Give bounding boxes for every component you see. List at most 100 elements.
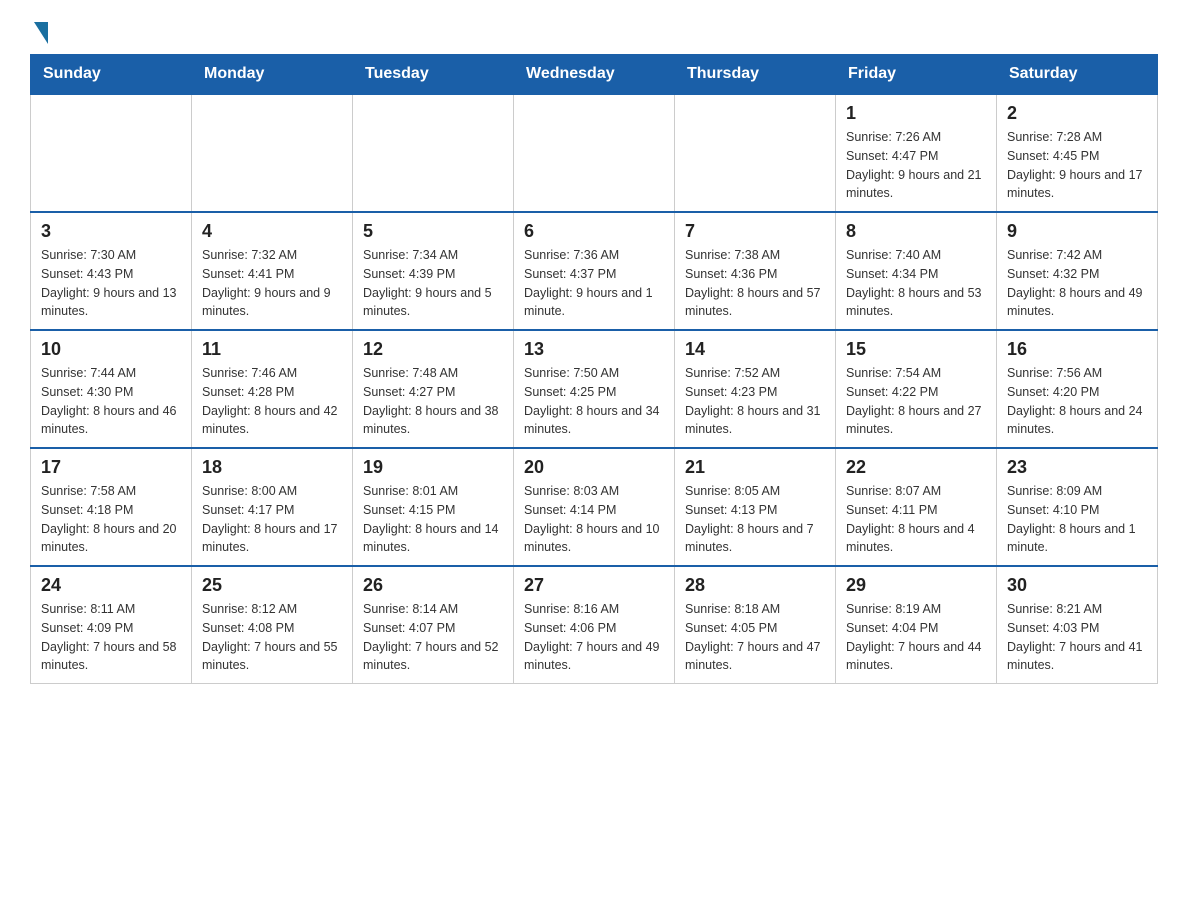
calendar-cell: 14 Sunrise: 7:52 AMSunset: 4:23 PMDayligh… [675, 330, 836, 448]
day-number: 9 [1007, 221, 1147, 242]
col-wednesday: Wednesday [514, 55, 675, 95]
calendar-cell: 27 Sunrise: 8:16 AMSunset: 4:06 PMDayligh… [514, 566, 675, 684]
calendar-cell: 7Sunrise: 7:38 AMSunset: 4:36 PMDaylight… [675, 212, 836, 330]
calendar-cell: 12 Sunrise: 7:48 AMSunset: 4:27 PMDayligh… [353, 330, 514, 448]
day-number: 19 [363, 457, 503, 478]
day-number: 25 [202, 575, 342, 596]
calendar-cell: 23 Sunrise: 8:09 AMSunset: 4:10 PMDayligh… [997, 448, 1158, 566]
day-number: 23 [1007, 457, 1147, 478]
day-info: Sunrise: 8:00 AMSunset: 4:17 PMDaylight:… [202, 482, 342, 557]
col-monday: Monday [192, 55, 353, 95]
day-info: Sunrise: 7:56 AMSunset: 4:20 PMDaylight:… [1007, 364, 1147, 439]
calendar-header-row: Sunday Monday Tuesday Wednesday Thursday… [31, 55, 1158, 95]
calendar-cell: 30 Sunrise: 8:21 AMSunset: 4:03 PMDayligh… [997, 566, 1158, 684]
day-info: Sunrise: 7:32 AMSunset: 4:41 PMDaylight:… [202, 246, 342, 321]
day-info: Sunrise: 7:42 AMSunset: 4:32 PMDaylight:… [1007, 246, 1147, 321]
calendar-cell: 24Sunrise: 8:11 AMSunset: 4:09 PMDayligh… [31, 566, 192, 684]
calendar-cell: 19Sunrise: 8:01 AMSunset: 4:15 PMDayligh… [353, 448, 514, 566]
calendar-table: Sunday Monday Tuesday Wednesday Thursday… [30, 54, 1158, 684]
week-row-5: 24Sunrise: 8:11 AMSunset: 4:09 PMDayligh… [31, 566, 1158, 684]
calendar-cell: 20 Sunrise: 8:03 AMSunset: 4:14 PMDayligh… [514, 448, 675, 566]
day-number: 6 [524, 221, 664, 242]
day-info: Sunrise: 8:16 AMSunset: 4:06 PMDaylight:… [524, 600, 664, 675]
calendar-cell: 9 Sunrise: 7:42 AMSunset: 4:32 PMDaylight… [997, 212, 1158, 330]
day-info: Sunrise: 7:34 AMSunset: 4:39 PMDaylight:… [363, 246, 503, 321]
day-number: 24 [41, 575, 181, 596]
calendar-cell: 26Sunrise: 8:14 AMSunset: 4:07 PMDayligh… [353, 566, 514, 684]
day-number: 29 [846, 575, 986, 596]
day-info: Sunrise: 7:36 AMSunset: 4:37 PMDaylight:… [524, 246, 664, 321]
calendar-cell: 10 Sunrise: 7:44 AMSunset: 4:30 PMDayligh… [31, 330, 192, 448]
day-info: Sunrise: 8:09 AMSunset: 4:10 PMDaylight:… [1007, 482, 1147, 557]
logo [30, 20, 48, 44]
week-row-4: 17 Sunrise: 7:58 AMSunset: 4:18 PMDayligh… [31, 448, 1158, 566]
calendar-cell: 22 Sunrise: 8:07 AMSunset: 4:11 PMDayligh… [836, 448, 997, 566]
day-info: Sunrise: 8:12 AMSunset: 4:08 PMDaylight:… [202, 600, 342, 675]
calendar-cell [192, 94, 353, 212]
day-info: Sunrise: 8:18 AMSunset: 4:05 PMDaylight:… [685, 600, 825, 675]
logo-triangle-icon [34, 22, 48, 44]
day-number: 17 [41, 457, 181, 478]
day-info: Sunrise: 7:40 AMSunset: 4:34 PMDaylight:… [846, 246, 986, 321]
day-number: 18 [202, 457, 342, 478]
day-number: 5 [363, 221, 503, 242]
day-number: 21 [685, 457, 825, 478]
calendar-cell: 5 Sunrise: 7:34 AMSunset: 4:39 PMDaylight… [353, 212, 514, 330]
calendar-cell: 17 Sunrise: 7:58 AMSunset: 4:18 PMDayligh… [31, 448, 192, 566]
day-number: 22 [846, 457, 986, 478]
col-tuesday: Tuesday [353, 55, 514, 95]
day-number: 13 [524, 339, 664, 360]
day-info: Sunrise: 7:52 AMSunset: 4:23 PMDaylight:… [685, 364, 825, 439]
day-number: 7 [685, 221, 825, 242]
calendar-cell: 11 Sunrise: 7:46 AMSunset: 4:28 PMDayligh… [192, 330, 353, 448]
col-friday: Friday [836, 55, 997, 95]
day-info: Sunrise: 7:46 AMSunset: 4:28 PMDaylight:… [202, 364, 342, 439]
day-number: 10 [41, 339, 181, 360]
calendar-cell: 13 Sunrise: 7:50 AMSunset: 4:25 PMDayligh… [514, 330, 675, 448]
day-info: Sunrise: 7:26 AMSunset: 4:47 PMDaylight:… [846, 128, 986, 203]
day-info: Sunrise: 8:05 AMSunset: 4:13 PMDaylight:… [685, 482, 825, 557]
day-info: Sunrise: 7:48 AMSunset: 4:27 PMDaylight:… [363, 364, 503, 439]
col-sunday: Sunday [31, 55, 192, 95]
calendar-cell [31, 94, 192, 212]
day-number: 30 [1007, 575, 1147, 596]
day-number: 20 [524, 457, 664, 478]
calendar-cell: 18 Sunrise: 8:00 AMSunset: 4:17 PMDayligh… [192, 448, 353, 566]
calendar-cell [514, 94, 675, 212]
col-saturday: Saturday [997, 55, 1158, 95]
day-number: 3 [41, 221, 181, 242]
day-info: Sunrise: 8:19 AMSunset: 4:04 PMDaylight:… [846, 600, 986, 675]
calendar-cell: 25 Sunrise: 8:12 AMSunset: 4:08 PMDayligh… [192, 566, 353, 684]
day-info: Sunrise: 7:44 AMSunset: 4:30 PMDaylight:… [41, 364, 181, 439]
day-info: Sunrise: 7:28 AMSunset: 4:45 PMDaylight:… [1007, 128, 1147, 203]
day-number: 12 [363, 339, 503, 360]
page-header [30, 20, 1158, 44]
day-info: Sunrise: 8:21 AMSunset: 4:03 PMDaylight:… [1007, 600, 1147, 675]
day-info: Sunrise: 8:07 AMSunset: 4:11 PMDaylight:… [846, 482, 986, 557]
day-info: Sunrise: 7:58 AMSunset: 4:18 PMDaylight:… [41, 482, 181, 557]
calendar-cell [675, 94, 836, 212]
day-number: 14 [685, 339, 825, 360]
week-row-1: 1 Sunrise: 7:26 AMSunset: 4:47 PMDaylight… [31, 94, 1158, 212]
day-info: Sunrise: 7:54 AMSunset: 4:22 PMDaylight:… [846, 364, 986, 439]
week-row-3: 10 Sunrise: 7:44 AMSunset: 4:30 PMDayligh… [31, 330, 1158, 448]
day-number: 11 [202, 339, 342, 360]
calendar-cell: 2 Sunrise: 7:28 AMSunset: 4:45 PMDaylight… [997, 94, 1158, 212]
day-number: 26 [363, 575, 503, 596]
day-number: 4 [202, 221, 342, 242]
day-number: 2 [1007, 103, 1147, 124]
day-number: 27 [524, 575, 664, 596]
calendar-cell: 21 Sunrise: 8:05 AMSunset: 4:13 PMDayligh… [675, 448, 836, 566]
day-number: 15 [846, 339, 986, 360]
calendar-cell: 3 Sunrise: 7:30 AMSunset: 4:43 PMDaylight… [31, 212, 192, 330]
day-info: Sunrise: 7:30 AMSunset: 4:43 PMDaylight:… [41, 246, 181, 321]
calendar-cell: 15 Sunrise: 7:54 AMSunset: 4:22 PMDayligh… [836, 330, 997, 448]
calendar-cell: 29 Sunrise: 8:19 AMSunset: 4:04 PMDayligh… [836, 566, 997, 684]
day-info: Sunrise: 8:03 AMSunset: 4:14 PMDaylight:… [524, 482, 664, 557]
calendar-cell: 1 Sunrise: 7:26 AMSunset: 4:47 PMDaylight… [836, 94, 997, 212]
calendar-cell: 6 Sunrise: 7:36 AMSunset: 4:37 PMDaylight… [514, 212, 675, 330]
week-row-2: 3 Sunrise: 7:30 AMSunset: 4:43 PMDaylight… [31, 212, 1158, 330]
day-number: 16 [1007, 339, 1147, 360]
day-info: Sunrise: 7:50 AMSunset: 4:25 PMDaylight:… [524, 364, 664, 439]
day-number: 1 [846, 103, 986, 124]
